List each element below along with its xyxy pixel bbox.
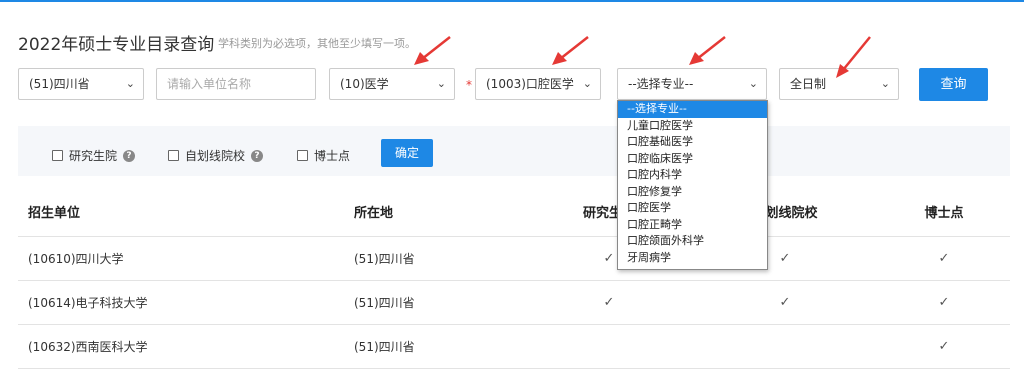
confirm-button[interactable]: 确定 xyxy=(381,139,433,167)
results-table: 招生单位 所在地 研究生院 自划线院校 博士点 (10610)四川大学 (51)… xyxy=(18,192,1010,369)
unit-name-input[interactable]: 请输入单位名称 xyxy=(156,68,316,100)
chevron-down-icon: ⌄ xyxy=(748,77,758,90)
top-accent-line xyxy=(0,0,1024,2)
annotation-arrow-icon xyxy=(689,36,726,65)
major-value: --选择专业-- xyxy=(628,77,694,91)
check-icon: ✓ xyxy=(779,295,791,310)
required-mark: * xyxy=(466,78,472,92)
check-icon: ✓ xyxy=(938,339,950,354)
location-cell: (51)四川省 xyxy=(354,296,415,310)
major-option[interactable]: 口腔临床医学 xyxy=(618,151,767,168)
help-icon[interactable]: ? xyxy=(123,149,136,162)
chevron-down-icon: ⌄ xyxy=(582,77,592,90)
unit-cell: (10610)四川大学 xyxy=(28,252,124,266)
field-value: (1003)口腔医学 xyxy=(486,77,574,91)
province-select[interactable]: (51)四川省 ⌄ xyxy=(18,68,144,100)
major-option[interactable]: 牙周病学 xyxy=(618,250,767,267)
self-line-checkbox[interactable]: 自划线院校 ? xyxy=(168,147,264,164)
unit-cell: (10632)西南医科大学 xyxy=(28,340,148,354)
unit-cell: (10614)电子科技大学 xyxy=(28,296,148,310)
self-line-label: 自划线院校 xyxy=(185,149,246,163)
major-dropdown-list: --选择专业-- 儿童口腔医学 口腔基础医学 口腔临床医学 口腔内科学 口腔修复… xyxy=(617,100,768,270)
location-cell: (51)四川省 xyxy=(354,340,415,354)
checkbox-icon[interactable] xyxy=(168,150,179,161)
table-row[interactable]: (10610)四川大学 (51)四川省 ✓ ✓ ✓ xyxy=(18,237,1010,281)
annotation-arrow-icon xyxy=(552,36,589,65)
major-select[interactable]: --选择专业-- ⌄ xyxy=(617,68,767,100)
check-icon: ✓ xyxy=(938,251,950,266)
discipline-select[interactable]: (10)医学 ⌄ xyxy=(329,68,455,100)
field-select[interactable]: (1003)口腔医学 ⌄ xyxy=(475,68,601,100)
page-subtitle: 学科类别为必选项，其他至少填写一项。 xyxy=(218,37,416,50)
check-icon: ✓ xyxy=(603,295,615,310)
unit-name-placeholder: 请输入单位名称 xyxy=(167,77,252,91)
query-button[interactable]: 查询 xyxy=(919,68,988,101)
major-option[interactable]: 口腔内科学 xyxy=(618,167,767,184)
filter-options-bar xyxy=(18,126,1010,176)
doctoral-checkbox[interactable]: 博士点 xyxy=(297,147,350,164)
check-icon: ✓ xyxy=(938,295,950,310)
chevron-down-icon: ⌄ xyxy=(880,77,890,90)
table-row[interactable]: (10614)电子科技大学 (51)四川省 ✓ ✓ ✓ xyxy=(18,281,1010,325)
major-option[interactable]: 口腔修复学 xyxy=(618,184,767,201)
header-doctoral: 博士点 xyxy=(924,206,964,221)
chevron-down-icon: ⌄ xyxy=(125,77,135,90)
major-option[interactable]: 口腔颌面外科学 xyxy=(618,233,767,250)
major-option[interactable]: --选择专业-- xyxy=(618,101,767,118)
checkbox-icon[interactable] xyxy=(297,150,308,161)
chevron-down-icon: ⌄ xyxy=(436,77,446,90)
checkbox-icon[interactable] xyxy=(52,150,63,161)
table-header: 招生单位 所在地 研究生院 自划线院校 博士点 xyxy=(18,192,1010,237)
graduate-school-checkbox[interactable]: 研究生院 ? xyxy=(52,147,136,164)
help-icon[interactable]: ? xyxy=(251,149,264,162)
graduate-school-label: 研究生院 xyxy=(69,149,118,163)
location-cell: (51)四川省 xyxy=(354,252,415,266)
header-location: 所在地 xyxy=(354,206,394,221)
table-row[interactable]: (10632)西南医科大学 (51)四川省 ✓ xyxy=(18,325,1010,369)
discipline-value: (10)医学 xyxy=(340,77,389,91)
doctoral-label: 博士点 xyxy=(314,149,351,163)
province-value: (51)四川省 xyxy=(29,77,90,91)
major-option[interactable]: 口腔基础医学 xyxy=(618,134,767,151)
study-mode-value: 全日制 xyxy=(790,77,827,91)
major-option[interactable]: 儿童口腔医学 xyxy=(618,118,767,135)
header-unit: 招生单位 xyxy=(28,206,81,221)
annotation-arrow-icon xyxy=(836,36,871,78)
annotation-arrow-icon xyxy=(414,36,451,65)
major-option[interactable]: 口腔正畸学 xyxy=(618,217,767,234)
page-title: 2022年硕士专业目录查询 xyxy=(18,35,215,55)
major-option[interactable]: 口腔医学 xyxy=(618,200,767,217)
